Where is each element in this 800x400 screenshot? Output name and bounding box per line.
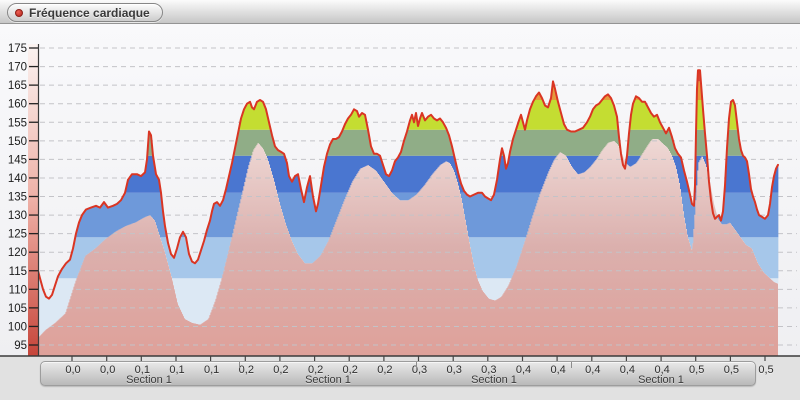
y-tick-label: 120 — [8, 247, 27, 259]
x-tick-label: 0,1 — [203, 364, 220, 376]
metric-pill-label: Fréquence cardiaque — [29, 5, 150, 20]
section-label[interactable]: Section 1 — [305, 374, 351, 386]
y-tick-label: 100 — [8, 321, 27, 333]
section-label[interactable]: Section 1 — [126, 374, 172, 386]
x-tick-label: 0,5 — [758, 364, 774, 376]
y-tick-label: 170 — [8, 62, 27, 74]
red-dot-icon — [15, 8, 23, 17]
y-tick-label: 160 — [8, 99, 27, 111]
x-tick-label: 0,4 — [515, 364, 532, 376]
y-tick-label: 140 — [8, 173, 27, 185]
hr-color-scale-strip — [28, 44, 38, 356]
y-tick-label: 145 — [8, 154, 27, 166]
y-tick-label: 175 — [8, 43, 27, 55]
x-tick-label: 0,2 — [238, 364, 254, 376]
y-tick-label: 95 — [14, 340, 27, 352]
x-tick-label: 0,4 — [550, 364, 566, 376]
x-tick-label: 0,4 — [619, 364, 636, 376]
section-divider — [239, 362, 240, 368]
x-tick-label: 0,3 — [411, 364, 428, 376]
y-tick-label: 130 — [8, 210, 27, 222]
x-tick-label: 0,5 — [689, 364, 705, 376]
x-tick-label: 0,4 — [585, 364, 601, 376]
x-tick-label: 0,0 — [65, 364, 81, 376]
y-tick-label: 135 — [8, 192, 27, 204]
x-tick-label: 0,0 — [100, 364, 116, 376]
x-tick-label: 0,5 — [723, 364, 740, 376]
y-tick-label: 110 — [9, 284, 27, 296]
section-label[interactable]: Section 1 — [471, 374, 517, 386]
app-window: 95 100 105 110 115 120 125 130 135 140 145 150 155 16… — [0, 0, 800, 400]
toolbar: Fréquence cardiaque — [0, 0, 800, 24]
x-tick-label: 0,3 — [446, 364, 462, 376]
section-label[interactable]: Section 1 — [638, 374, 684, 386]
section-divider — [571, 362, 572, 368]
section-ruler[interactable]: 0,0 0,0 0,1 0,1 0,1 0,2 0,2 0,2 0,2 0,2 0,3 0,3 0,3 0… — [40, 361, 774, 386]
hr-chart-canvas[interactable]: 95 100 105 110 115 120 125 130 135 140 145 150 155 16… — [0, 0, 800, 400]
x-tick-label: 0,2 — [377, 364, 393, 376]
y-tick-label: 155 — [8, 117, 27, 129]
y-tick-label: 150 — [8, 136, 27, 148]
y-tick-label: 105 — [8, 303, 27, 315]
y-tick-label: 165 — [8, 80, 27, 92]
y-tick-label: 125 — [8, 229, 27, 241]
section-divider — [416, 362, 417, 368]
metric-pill-button[interactable]: Fréquence cardiaque — [7, 3, 163, 22]
y-tick-label: 115 — [9, 266, 27, 278]
x-tick-label: 0,2 — [273, 364, 289, 376]
